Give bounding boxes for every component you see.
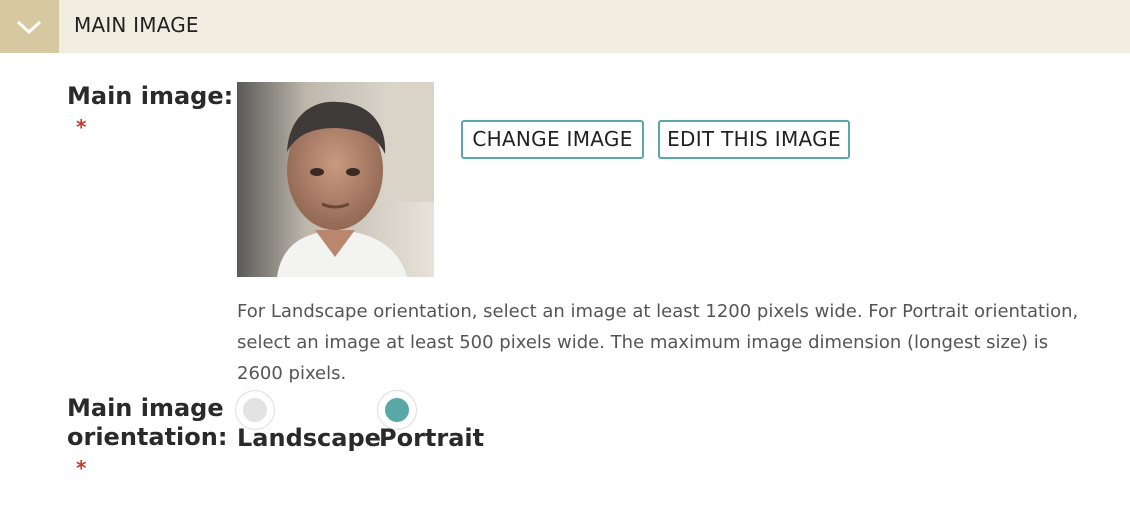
radio-dot: [385, 398, 409, 422]
image-help-text: For Landscape orientation, select an ima…: [237, 301, 1079, 384]
section-header: MAIN IMAGE: [0, 0, 1130, 53]
required-marker: *: [76, 115, 87, 139]
chevron-down-icon: [16, 20, 42, 35]
orientation-label-line1: Main image: [67, 394, 224, 422]
section-title: MAIN IMAGE: [74, 13, 199, 37]
landscape-radio-label[interactable]: Landscape: [237, 424, 381, 452]
edit-image-button[interactable]: EDIT THIS IMAGE: [658, 120, 850, 159]
change-image-button[interactable]: CHANGE IMAGE: [461, 120, 644, 159]
main-image-thumbnail: [237, 82, 434, 277]
radio-dot: [243, 398, 267, 422]
main-image-label: Main image:: [67, 82, 234, 110]
portrait-photo: [237, 82, 434, 277]
orientation-label-line2: orientation:: [67, 423, 228, 451]
required-marker: *: [76, 456, 87, 480]
collapse-toggle-button[interactable]: [0, 0, 59, 53]
portrait-radio-label[interactable]: Portrait: [379, 424, 484, 452]
